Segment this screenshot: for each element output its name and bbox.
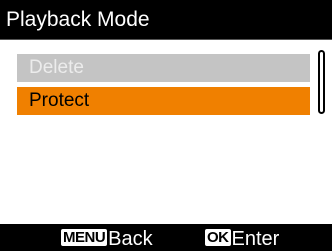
back-label: Back	[108, 228, 153, 250]
ok-key-icon: OK	[205, 229, 231, 246]
menu-item-delete[interactable]: Delete	[17, 54, 310, 82]
menu-item-protect[interactable]: Protect	[17, 87, 310, 115]
menu-key-icon: MENU	[61, 229, 108, 246]
menu-item-label: Protect	[29, 90, 90, 111]
enter-hint[interactable]: OK Enter	[205, 228, 279, 250]
menu-list: Delete Protect	[0, 40, 332, 224]
title-bar: Playback Mode	[0, 0, 332, 39]
scrollbar[interactable]	[318, 50, 325, 114]
enter-label: Enter	[231, 228, 280, 250]
camera-menu-screen: Playback Mode Delete Protect MENU Back OK…	[0, 0, 332, 251]
page-title: Playback Mode	[6, 8, 150, 31]
back-hint[interactable]: MENU Back	[61, 228, 153, 250]
button-guide-bar: MENU Back OK Enter	[0, 224, 332, 251]
menu-item-label: Delete	[29, 57, 84, 78]
